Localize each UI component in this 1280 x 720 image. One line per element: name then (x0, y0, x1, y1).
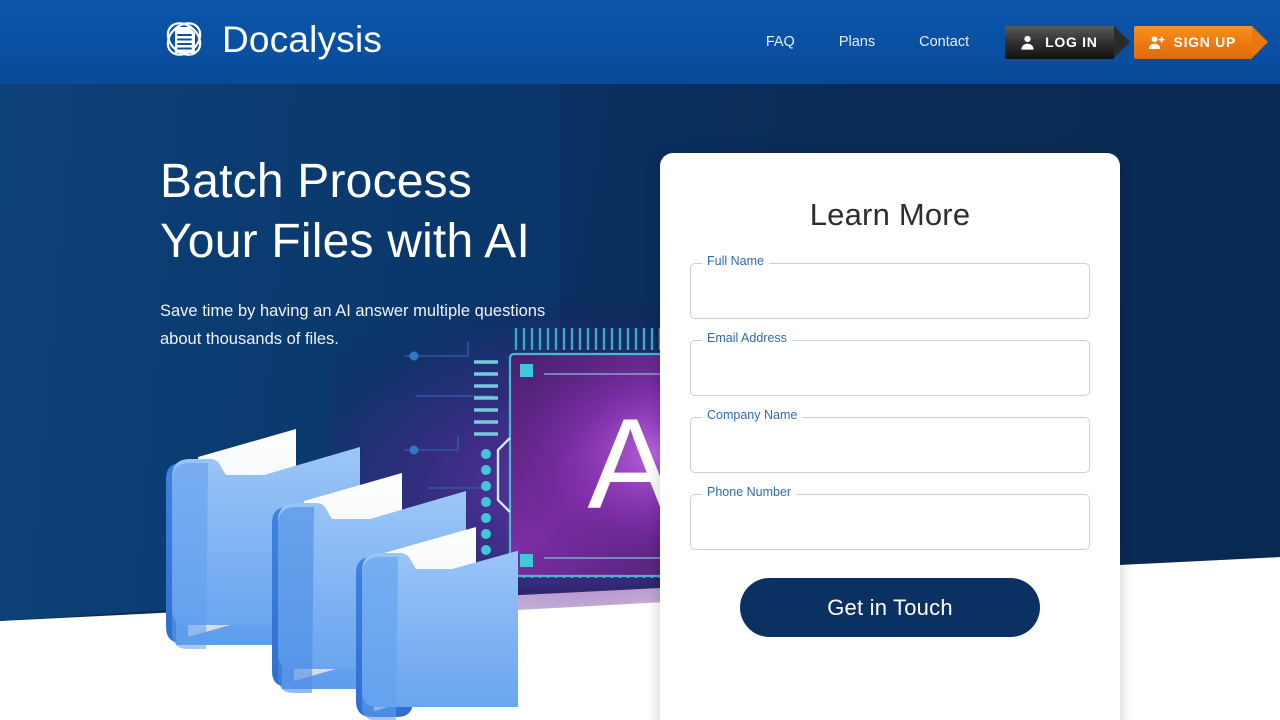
nav-link-plans[interactable]: Plans (817, 28, 897, 56)
landing-page: AI Docalysis FAQ Plans Contact LOG IN SI… (0, 0, 1280, 720)
site-header: Docalysis FAQ Plans Contact LOG IN SIGN … (0, 0, 1280, 84)
field-phone-number: Phone Number (690, 486, 1090, 550)
hero-subtitle: Save time by having an AI answer multipl… (160, 302, 546, 349)
brand-name: Docalysis (222, 18, 383, 60)
field-company-name: Company Name (690, 409, 1090, 473)
get-in-touch-button[interactable]: Get in Touch (740, 578, 1040, 637)
user-icon (1021, 35, 1034, 50)
user-plus-icon (1148, 35, 1165, 49)
main-navigation: FAQ Plans Contact LOG IN SIGN UP (744, 0, 1280, 84)
field-email-address: Email Address (690, 332, 1090, 396)
login-button-label: LOG IN (1045, 34, 1098, 50)
full-name-input[interactable] (690, 263, 1090, 319)
hero-copy: Batch Process Your Files with AI Save ti… (160, 152, 630, 354)
phone-number-input[interactable] (690, 494, 1090, 550)
learn-more-form-card: Learn More Full Name Email Address Compa… (660, 153, 1120, 720)
nav-link-contact[interactable]: Contact (897, 28, 991, 56)
stacked-folders-icon (166, 429, 518, 720)
hero-title: Batch Process Your Files with AI (160, 155, 530, 268)
document-in-circles-icon (166, 22, 202, 56)
company-name-input[interactable] (690, 417, 1090, 473)
brand-logo-link[interactable]: Docalysis (158, 13, 382, 65)
field-full-name: Full Name (690, 255, 1090, 319)
signup-button-label: SIGN UP (1173, 34, 1236, 50)
form-title: Learn More (809, 197, 971, 232)
nav-link-faq[interactable]: FAQ (744, 28, 817, 56)
signup-button[interactable]: SIGN UP (1133, 25, 1269, 59)
email-address-input[interactable] (690, 340, 1090, 396)
nav-links: FAQ Plans Contact (744, 28, 991, 56)
login-button[interactable]: LOG IN (1005, 25, 1131, 59)
